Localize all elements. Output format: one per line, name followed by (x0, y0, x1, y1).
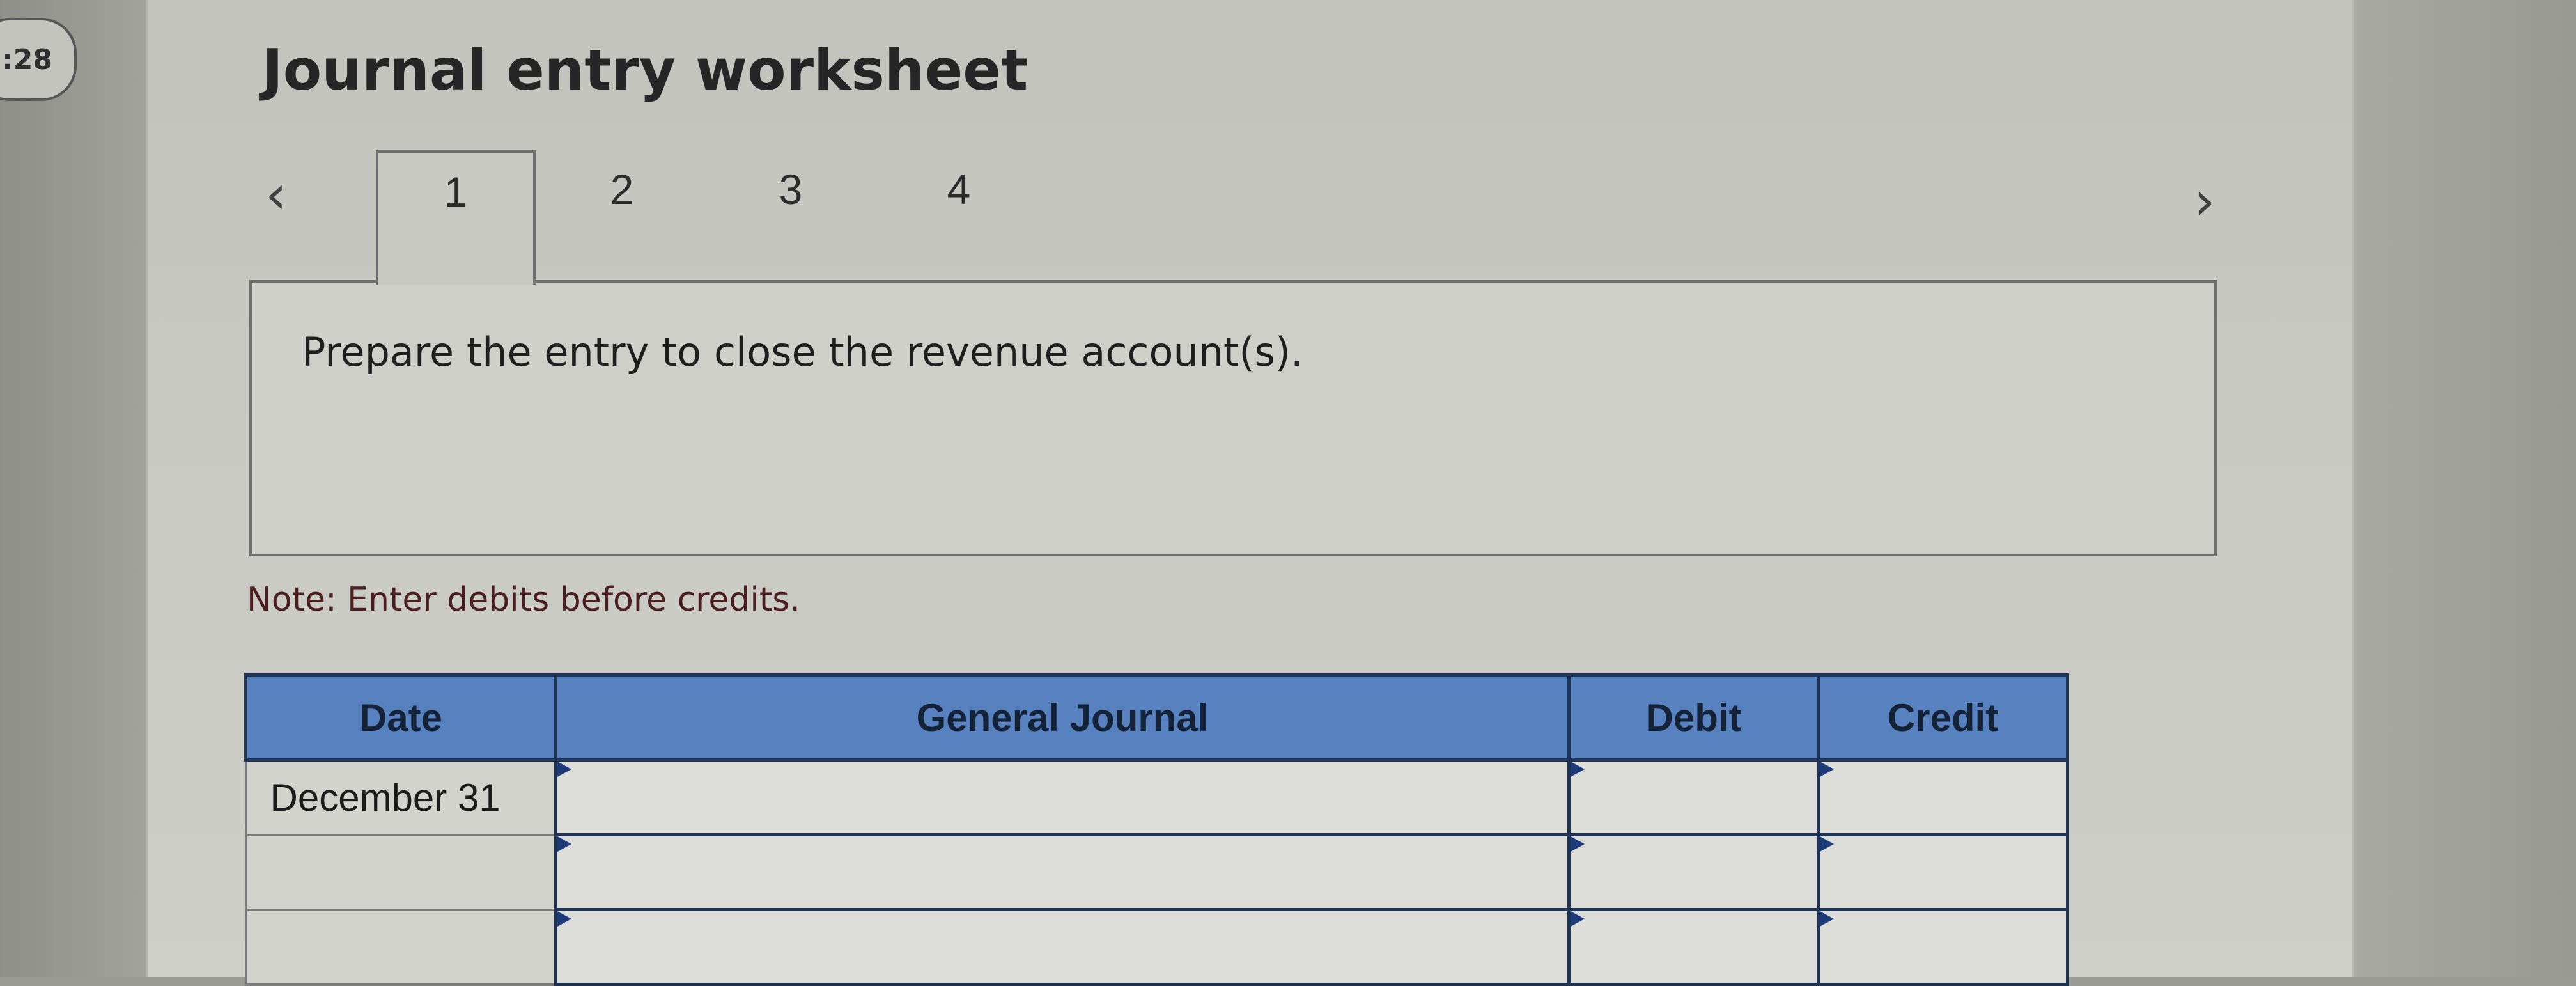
debit-input[interactable] (1567, 833, 1820, 911)
tab-label: 3 (779, 166, 803, 213)
worksheet-title: Journal entry worksheet (262, 37, 1028, 103)
journal-table: Date General Journal Debit Credit Decemb… (244, 673, 2069, 986)
table-row (244, 908, 2069, 986)
date-cell (244, 908, 557, 986)
left-margin: :28 (0, 0, 146, 977)
dropdown-marker-icon (1820, 836, 1834, 852)
date-cell: December 31 (244, 758, 557, 836)
account-input[interactable] (554, 758, 1571, 836)
dropdown-marker-icon (1571, 762, 1585, 777)
credit-header: Credit (1817, 673, 2069, 762)
note-text: Note: Enter debits before credits. (247, 581, 800, 619)
credit-input[interactable] (1817, 908, 2069, 986)
timer-label: :28 (2, 43, 52, 76)
dropdown-marker-icon (557, 762, 571, 777)
instruction-text: Prepare the entry to close the revenue a… (302, 329, 1303, 375)
dropdown-marker-icon (1820, 762, 1834, 777)
general-journal-header: General Journal (554, 673, 1571, 762)
account-input[interactable] (554, 908, 1571, 986)
table-row (244, 833, 2069, 911)
timer-badge: :28 (0, 18, 77, 101)
dropdown-marker-icon (1820, 911, 1834, 927)
journal-header-row: Date General Journal Debit Credit (244, 673, 2069, 762)
debit-input[interactable] (1567, 908, 1820, 986)
credit-input[interactable] (1817, 833, 2069, 911)
debit-header: Debit (1567, 673, 1820, 762)
dropdown-marker-icon (557, 911, 571, 927)
tab-label: 4 (947, 166, 971, 213)
tab-4[interactable]: 4 (879, 150, 1039, 282)
tab-1[interactable]: 1 (376, 150, 536, 285)
chevron-right-icon[interactable]: › (2194, 174, 2215, 228)
tab-label: 1 (444, 168, 468, 215)
account-input[interactable] (554, 833, 1571, 911)
right-margin (2352, 0, 2576, 977)
dropdown-marker-icon (557, 836, 571, 852)
dropdown-marker-icon (1571, 911, 1585, 927)
table-row: December 31 (244, 758, 2069, 836)
date-cell (244, 833, 557, 911)
tab-3[interactable]: 3 (711, 150, 871, 282)
tab-2[interactable]: 2 (542, 150, 702, 282)
chevron-left-icon[interactable]: ‹ (265, 168, 287, 221)
tab-label: 2 (610, 166, 634, 213)
debit-input[interactable] (1567, 758, 1820, 836)
credit-input[interactable] (1817, 758, 2069, 836)
dropdown-marker-icon (1571, 836, 1585, 852)
date-header: Date (244, 673, 557, 762)
instruction-box: Prepare the entry to close the revenue a… (249, 280, 2217, 556)
